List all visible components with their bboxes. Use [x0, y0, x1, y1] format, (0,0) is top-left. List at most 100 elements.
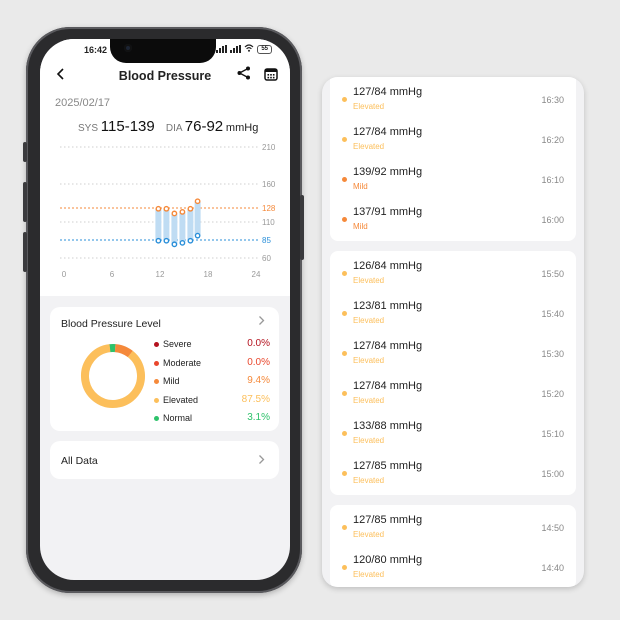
- legend-row-moderate: Moderate 0.0%: [154, 356, 270, 375]
- record-status-dot: [342, 431, 347, 436]
- record-category: Mild: [353, 222, 368, 231]
- legend-dot: [154, 342, 159, 347]
- record-row[interactable]: 127/84 mmHg Elevated 15:30: [330, 331, 576, 371]
- legend-percent: 0.0%: [247, 338, 270, 349]
- dia-range: 76-92: [184, 118, 224, 135]
- record-status-dot: [342, 217, 347, 222]
- record-row[interactable]: 127/85 mmHg Elevated 15:00: [330, 451, 576, 491]
- record-status-dot: [342, 351, 347, 356]
- dia-point: [163, 237, 170, 244]
- record-status-dot: [342, 97, 347, 102]
- record-row[interactable]: 137/91 mmHg Mild 16:00: [330, 197, 576, 237]
- record-category: Elevated: [353, 436, 385, 445]
- records-panel: 127/84 mmHg Elevated 16:30 127/84 mmHg Eleva…: [322, 77, 584, 587]
- record-row[interactable]: 127/84 mmHg Elevated 16:20: [330, 117, 576, 157]
- legend-dot: [154, 379, 159, 385]
- record-category: Elevated: [353, 570, 385, 579]
- record-value: 137/91 mmHg: [353, 206, 423, 218]
- bp-range: SYS 115-139 DIA 76-92 mmHg: [78, 118, 258, 135]
- share-icon[interactable]: [236, 65, 252, 86]
- record-value: 127/85 mmHg: [353, 514, 423, 526]
- signal-icon-2: [230, 45, 242, 53]
- record-status-dot: [342, 565, 347, 570]
- record-row[interactable]: 139/92 mmHg Mild 16:10: [330, 157, 576, 197]
- phone-side-button: [23, 142, 27, 162]
- donut-slice-elevated: [81, 344, 145, 408]
- record-time: 14:50: [541, 523, 564, 533]
- sys-point: [171, 210, 178, 217]
- bp-unit: mmHg: [225, 122, 259, 134]
- dia-point: [171, 241, 178, 248]
- record-row[interactable]: 133/88 mmHg Elevated 15:10: [330, 411, 576, 451]
- sys-point: [155, 205, 162, 212]
- record-category: Elevated: [353, 396, 385, 405]
- y-tick-label: 60: [262, 254, 271, 263]
- record-status-dot: [342, 177, 347, 182]
- record-category: Elevated: [353, 356, 385, 365]
- legend-percent: 87.5%: [241, 393, 270, 405]
- x-tick-label: 12: [156, 270, 165, 279]
- record-value: 127/85 mmHg: [353, 460, 423, 472]
- legend-percent: 0.0%: [247, 356, 270, 368]
- record-row[interactable]: 127/84 mmHg Elevated 15:20: [330, 371, 576, 411]
- record-time: 16:30: [541, 95, 564, 105]
- record-time: 16:10: [541, 175, 564, 185]
- status-icons: 55: [216, 44, 272, 54]
- wifi-icon: [244, 44, 254, 54]
- legend-percent: 9.4%: [247, 375, 270, 387]
- record-time: 16:00: [541, 215, 564, 225]
- record-value: 127/84 mmHg: [353, 380, 423, 392]
- bp-level-donut: [81, 343, 145, 408]
- record-value: 127/84 mmHg: [353, 340, 423, 352]
- legend-dot: [154, 360, 159, 366]
- x-tick-label: 0: [62, 270, 67, 279]
- battery-icon: 55: [257, 44, 272, 54]
- y-tick-label: 160: [262, 180, 276, 189]
- bp-chart: 210 160 128 110 85 60 0 6 12 18 24: [60, 143, 276, 279]
- record-status-dot: [342, 471, 347, 476]
- y-tick-label: 85: [262, 236, 271, 245]
- record-time: 15:10: [541, 429, 564, 439]
- range-bar: [171, 213, 178, 245]
- legend-dot: [154, 416, 159, 422]
- signal-icon: [216, 45, 228, 53]
- record-category: Elevated: [353, 476, 385, 485]
- record-row[interactable]: 126/84 mmHg Elevated 15:50: [330, 251, 576, 291]
- range-bar: [179, 211, 186, 243]
- records-group: 127/84 mmHg Elevated 16:30 127/84 mmHg Eleva…: [330, 77, 576, 241]
- record-row[interactable]: 120/80 mmHg Elevated 14:40: [330, 545, 576, 585]
- record-category: Mild: [353, 182, 368, 191]
- calendar-icon[interactable]: [264, 67, 278, 86]
- record-category: Elevated: [353, 142, 385, 151]
- y-tick-label: 210: [262, 143, 276, 152]
- record-status-dot: [342, 271, 347, 276]
- record-time: 14:40: [541, 563, 564, 573]
- record-row[interactable]: 127/84 mmHg Elevated 16:30: [330, 77, 576, 117]
- legend-row-normal: Normal 3.1%: [154, 411, 270, 430]
- legend-name: Severe: [163, 339, 192, 349]
- status-time: 16:42: [84, 45, 108, 55]
- record-time: 15:20: [541, 389, 564, 399]
- legend-name: Normal: [163, 413, 193, 424]
- legend-row-elevated: Elevated 87.5%: [154, 393, 270, 412]
- range-bar: [155, 208, 162, 241]
- chevron-right-icon: [258, 454, 265, 468]
- bp-level-card[interactable]: Blood Pressure Level Severe 0.0% Moderate 0…: [50, 307, 279, 431]
- record-category: Elevated: [353, 530, 385, 539]
- range-bar: [163, 208, 170, 241]
- record-row[interactable]: 127/85 mmHg Elevated 14:50: [330, 505, 576, 545]
- all-data-row[interactable]: All Data: [50, 441, 279, 479]
- records-group: 126/84 mmHg Elevated 15:50 123/81 mmHg Eleva…: [330, 251, 576, 495]
- sys-label: SYS: [78, 123, 99, 134]
- phone-screen: 16:42 55 Blood Pressure 2025/02/17 SYS 1…: [40, 39, 290, 580]
- record-value: 133/88 mmHg: [353, 420, 423, 432]
- x-tick-label: 6: [110, 270, 115, 279]
- record-time: 15:30: [541, 349, 564, 359]
- record-value: 123/81 mmHg: [353, 300, 423, 312]
- range-bar: [194, 201, 201, 236]
- records-group: 127/85 mmHg Elevated 14:50 120/80 mmHg Eleva…: [330, 505, 576, 587]
- legend-percent: 3.1%: [247, 412, 270, 424]
- legend-name: Mild: [163, 376, 180, 387]
- sys-point: [163, 205, 170, 212]
- record-row[interactable]: 123/81 mmHg Elevated 15:40: [330, 291, 576, 331]
